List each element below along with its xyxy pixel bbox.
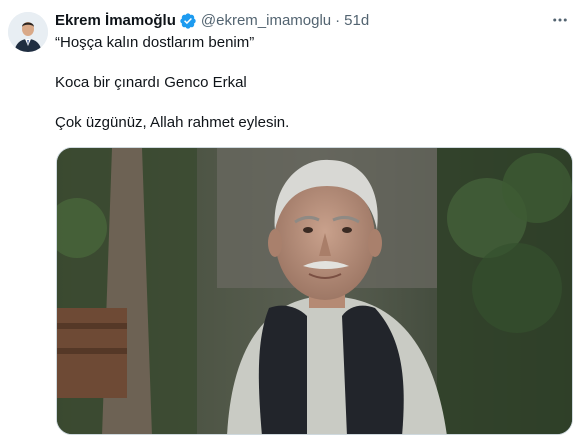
- tweet-header: Ekrem İmamoğlu @ekrem_imamoglu · 51d: [55, 11, 369, 31]
- tweet-line-condolence: Çok üzgünüz, Allah rahmet eylesin.: [55, 114, 290, 131]
- tweet-line-quote: “Hoşça kalın dostlarım benim”: [55, 34, 255, 51]
- portrait-photo: [57, 148, 572, 434]
- avatar-image: [8, 12, 48, 52]
- separator-dot: ·: [335, 12, 341, 29]
- verified-badge-icon: [179, 12, 197, 30]
- tweet-timestamp[interactable]: 51d: [344, 11, 369, 31]
- more-horizontal-icon: [553, 18, 567, 22]
- tweet-text: “Hoşça kalın dostlarım benim” Koca bir ç…: [55, 33, 570, 153]
- more-options-button[interactable]: [546, 8, 574, 32]
- author-display-name[interactable]: Ekrem İmamoğlu: [55, 11, 176, 31]
- author-handle[interactable]: @ekrem_imamoglu: [201, 11, 331, 31]
- tweet[interactable]: Ekrem İmamoğlu @ekrem_imamoglu · 51d “Ho…: [0, 0, 588, 445]
- tweet-photo[interactable]: [56, 147, 573, 435]
- avatar[interactable]: [8, 12, 48, 52]
- tweet-line-tribute: Koca bir çınardı Genco Erkal: [55, 74, 247, 91]
